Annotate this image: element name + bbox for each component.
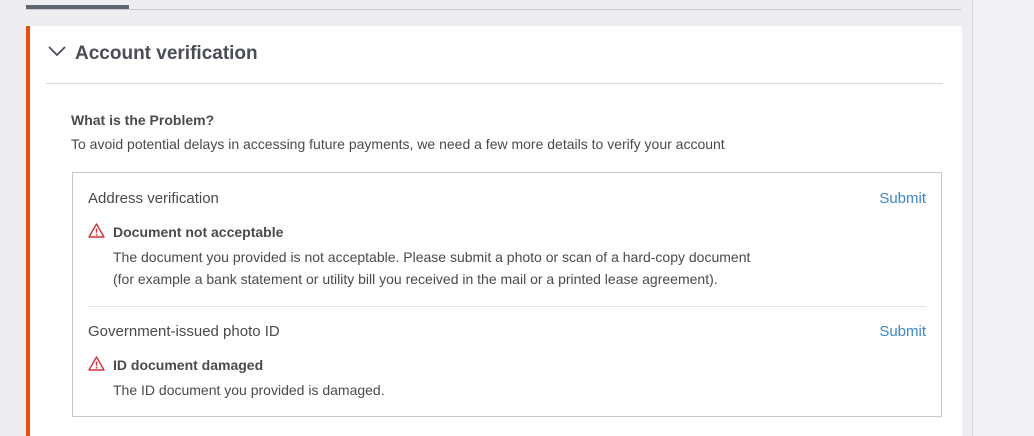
tabs-divider bbox=[26, 9, 961, 10]
submit-address-button[interactable]: Submit bbox=[879, 190, 926, 207]
account-verification-card: Account verification What is the Problem… bbox=[26, 26, 962, 436]
chevron-down-icon[interactable] bbox=[48, 45, 66, 57]
warning-triangle-icon bbox=[88, 356, 105, 371]
issues-list: Address verification Submit Document not… bbox=[72, 172, 942, 417]
warning-triangle-icon bbox=[88, 223, 105, 238]
problem-description: To avoid potential delays in accessing f… bbox=[71, 136, 725, 152]
issue-label: Government-issued photo ID bbox=[88, 323, 280, 340]
issue-photo-id: Government-issued photo ID Submit ID doc… bbox=[88, 323, 926, 403]
error-line: The document you provided is not accepta… bbox=[113, 249, 751, 265]
error-line: (for example a bank statement or utility… bbox=[113, 271, 718, 287]
error-message: The document you provided is not accepta… bbox=[113, 246, 750, 290]
page: Account verification What is the Problem… bbox=[0, 0, 1034, 436]
right-gutter bbox=[972, 0, 1034, 436]
submit-photo-id-button[interactable]: Submit bbox=[879, 323, 926, 340]
issue-label: Address verification bbox=[88, 190, 219, 207]
error-message: The ID document you provided is damaged. bbox=[113, 379, 385, 401]
problem-heading: What is the Problem? bbox=[71, 112, 215, 128]
issue-address-verification: Address verification Submit Document not… bbox=[88, 190, 926, 307]
error-title: Document not acceptable bbox=[113, 224, 284, 240]
error-title: ID document damaged bbox=[113, 357, 264, 373]
error-line: The ID document you provided is damaged. bbox=[113, 382, 385, 398]
card-header[interactable]: Account verification bbox=[46, 26, 943, 84]
section-title: Account verification bbox=[75, 43, 258, 64]
